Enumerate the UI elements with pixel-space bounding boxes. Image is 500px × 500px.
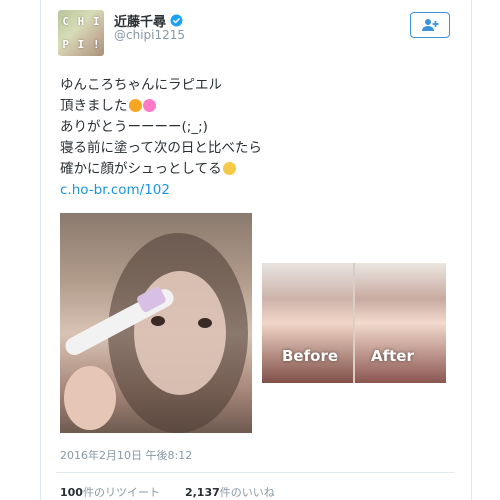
- tweet-line: 頂きました: [60, 98, 128, 114]
- avatar[interactable]: C H I P I !: [58, 10, 104, 56]
- before-label: Before: [282, 347, 339, 365]
- retweet-label: 件のリツイート: [82, 486, 160, 499]
- tweet-line-row: 頂きました: [60, 96, 450, 117]
- photo-illustration: [64, 233, 248, 433]
- divider: [56, 472, 454, 473]
- sparkling-heart-icon: [142, 99, 156, 112]
- grimacing-face-icon: [222, 162, 236, 175]
- tweet-photo-main[interactable]: [60, 213, 252, 433]
- tweet-line-row: 確かに顔がシュっとしてる: [60, 159, 450, 180]
- after-photo: After: [355, 263, 446, 383]
- retweet-stat[interactable]: 100件のリツイート: [60, 484, 160, 500]
- user-handle[interactable]: @chipi1215: [114, 28, 185, 42]
- retweet-count: 100: [60, 486, 83, 499]
- verified-icon: [170, 14, 183, 27]
- follow-button[interactable]: [410, 12, 450, 38]
- tweet-timestamp[interactable]: 2016年2月10日 午後8:12: [60, 447, 192, 463]
- tweet-line: 寝る前に塗って次の日と比べたら: [60, 140, 262, 156]
- avatar-letter: P: [62, 38, 69, 51]
- like-count: 2,137: [184, 486, 220, 499]
- before-photo: Before: [262, 263, 353, 383]
- tweet-text: ゆんころちゃんにラピエル 頂きました ありがとうーーーー(;_;) 寝る前に塗っ…: [60, 75, 450, 201]
- avatar-letter: I: [93, 15, 100, 28]
- after-label: After: [371, 347, 414, 365]
- tweet-line: 確かに顔がシュっとしてる: [60, 161, 222, 177]
- tweet-stats: 100件のリツイート 2,137件のいいね: [60, 484, 275, 500]
- tweet-photo-before-after[interactable]: Before After: [262, 263, 446, 383]
- like-stat[interactable]: 2,137件のいいね: [185, 484, 275, 500]
- tweet-line: ありがとうーーーー(;_;): [60, 119, 208, 135]
- avatar-letter: !: [93, 38, 100, 51]
- avatar-letter: C: [62, 15, 69, 28]
- tweet-link[interactable]: c.ho-br.com/102: [60, 182, 170, 198]
- like-label: 件のいいね: [219, 486, 275, 499]
- tweet-line: ゆんころちゃんにラピエル: [60, 77, 222, 93]
- avatar-letter: I: [77, 38, 85, 51]
- add-user-icon: [422, 19, 439, 31]
- kiss-face-icon: [128, 99, 142, 112]
- avatar-letter: H: [77, 15, 85, 28]
